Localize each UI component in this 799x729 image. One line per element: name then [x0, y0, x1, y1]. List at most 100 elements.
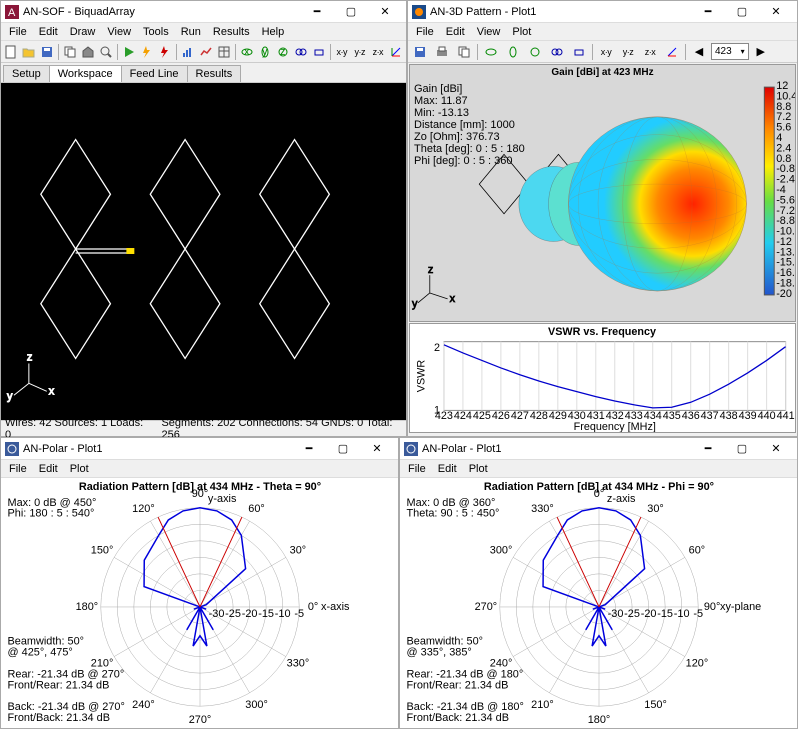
- close-button[interactable]: ✕: [360, 439, 394, 459]
- svg-text:270°: 270°: [189, 714, 212, 726]
- rotz-icon[interactable]: z: [275, 43, 291, 61]
- copy-icon[interactable]: [454, 43, 474, 61]
- view-yz[interactable]: y·z: [352, 43, 368, 61]
- view-xy[interactable]: x·y: [334, 43, 350, 61]
- minimize-button[interactable]: ━: [691, 439, 725, 459]
- svg-text:270°: 270°: [475, 601, 498, 613]
- vswr-chart[interactable]: VSWR vs. Frequency 423424425426427428429…: [409, 323, 796, 433]
- save-icon[interactable]: [410, 43, 430, 61]
- minimize-button[interactable]: ━: [300, 2, 334, 22]
- svg-text:Front/Back: 21.34 dB: Front/Back: 21.34 dB: [407, 712, 509, 724]
- an3d-app-icon: [412, 5, 426, 19]
- menu-file[interactable]: File: [402, 462, 432, 476]
- run-icon[interactable]: [121, 43, 137, 61]
- polar1-viewport[interactable]: Radiation Pattern [dB] at 434 MHz - Thet…: [1, 478, 398, 728]
- svg-text:-5: -5: [294, 608, 304, 620]
- svg-text:Phi: 180 : 5 : 540°: Phi: 180 : 5 : 540°: [8, 508, 95, 520]
- ansof-statusbar: Wires: 42 Sources: 1 Loads: 0 Segments: …: [1, 420, 406, 436]
- rotx-icon[interactable]: [481, 43, 501, 61]
- menu-view[interactable]: View: [471, 25, 507, 39]
- svg-text:Front/Rear: 21.34 dB: Front/Rear: 21.34 dB: [407, 679, 509, 691]
- new-icon[interactable]: [3, 43, 19, 61]
- menu-file[interactable]: File: [410, 25, 440, 39]
- svg-text:-20: -20: [776, 288, 792, 300]
- svg-text:Frequency [MHz]: Frequency [MHz]: [574, 421, 656, 432]
- menu-edit[interactable]: Edit: [432, 462, 463, 476]
- polar2-window: AN-Polar - Plot1 ━▢✕ File Edit Plot Radi…: [399, 437, 798, 729]
- menu-run[interactable]: Run: [175, 25, 207, 39]
- next-icon[interactable]: ▶: [751, 43, 771, 61]
- tab-feedline[interactable]: Feed Line: [121, 65, 188, 82]
- svg-text:-20: -20: [242, 608, 258, 620]
- menu-file[interactable]: File: [3, 25, 33, 39]
- menu-file[interactable]: File: [3, 462, 33, 476]
- maximize-button[interactable]: ▢: [725, 439, 759, 459]
- zoom-in-icon[interactable]: [547, 43, 567, 61]
- zoom-out-icon[interactable]: [311, 43, 327, 61]
- close-button[interactable]: ✕: [759, 439, 793, 459]
- minimize-button[interactable]: ━: [691, 2, 725, 22]
- workspace-viewport[interactable]: z x y: [1, 83, 406, 420]
- close-button[interactable]: ✕: [368, 2, 402, 22]
- bolt-icon[interactable]: [139, 43, 155, 61]
- maximize-button[interactable]: ▢: [334, 2, 368, 22]
- chart2-icon[interactable]: [198, 43, 214, 61]
- tab-setup[interactable]: Setup: [3, 65, 50, 82]
- close-button[interactable]: ✕: [759, 2, 793, 22]
- menu-view[interactable]: View: [101, 25, 137, 39]
- pattern-3d-viewport[interactable]: Gain [dBi] at 423 MHz Gain [dBi]Max: 11.…: [409, 64, 796, 322]
- svg-text:429: 429: [549, 410, 567, 422]
- table-icon[interactable]: [216, 43, 232, 61]
- menu-help[interactable]: Help: [256, 25, 291, 39]
- roty-icon[interactable]: y: [257, 43, 273, 61]
- rotx-icon[interactable]: x: [239, 43, 255, 61]
- magnify-icon[interactable]: [98, 43, 114, 61]
- tab-workspace[interactable]: Workspace: [49, 65, 122, 82]
- freq-select[interactable]: 423: [711, 43, 749, 60]
- svg-text:180°: 180°: [588, 714, 611, 726]
- svg-text:439: 439: [739, 410, 757, 422]
- view-zx[interactable]: z·x: [640, 43, 660, 61]
- view-xy[interactable]: x·y: [596, 43, 616, 61]
- polar2-viewport[interactable]: Radiation Pattern [dB] at 434 MHz - Phi …: [400, 478, 797, 728]
- minimize-button[interactable]: ━: [292, 439, 326, 459]
- svg-text:x: x: [49, 385, 55, 397]
- menu-plot[interactable]: Plot: [64, 462, 95, 476]
- menu-edit[interactable]: Edit: [33, 462, 64, 476]
- open-icon[interactable]: [21, 43, 37, 61]
- roty-icon[interactable]: [503, 43, 523, 61]
- axes-icon[interactable]: [388, 43, 404, 61]
- ansof-titlebar: A AN-SOF - BiquadArray ━ ▢ ✕: [1, 1, 406, 23]
- copy-icon[interactable]: [62, 43, 78, 61]
- menu-results[interactable]: Results: [207, 25, 256, 39]
- svg-text:-30: -30: [209, 608, 225, 620]
- print-icon[interactable]: [432, 43, 452, 61]
- axes-icon[interactable]: [662, 43, 682, 61]
- svg-text:-10: -10: [674, 608, 690, 620]
- view-yz[interactable]: y·z: [618, 43, 638, 61]
- ansof-app-icon: A: [5, 5, 19, 19]
- tab-results[interactable]: Results: [187, 65, 242, 82]
- svg-text:428: 428: [530, 410, 548, 422]
- menu-edit[interactable]: Edit: [440, 25, 471, 39]
- menu-edit[interactable]: Edit: [33, 25, 64, 39]
- menu-draw[interactable]: Draw: [64, 25, 102, 39]
- svg-text:436: 436: [682, 410, 700, 422]
- view-zx[interactable]: z·x: [370, 43, 386, 61]
- menu-plot[interactable]: Plot: [506, 25, 537, 39]
- menu-plot[interactable]: Plot: [463, 462, 494, 476]
- svg-text:180°: 180°: [76, 601, 99, 613]
- home-icon[interactable]: [80, 43, 96, 61]
- prev-icon[interactable]: ◀: [689, 43, 709, 61]
- bolt2-icon[interactable]: [157, 43, 173, 61]
- zoom-out-icon[interactable]: [569, 43, 589, 61]
- svg-text:240°: 240°: [132, 699, 155, 711]
- maximize-button[interactable]: ▢: [326, 439, 360, 459]
- save-icon[interactable]: [39, 43, 55, 61]
- rotz-icon[interactable]: [525, 43, 545, 61]
- an3d-title: AN-3D Pattern - Plot1: [430, 6, 691, 18]
- menu-tools[interactable]: Tools: [137, 25, 175, 39]
- maximize-button[interactable]: ▢: [725, 2, 759, 22]
- chart-icon[interactable]: [180, 43, 196, 61]
- zoom-in-icon[interactable]: [293, 43, 309, 61]
